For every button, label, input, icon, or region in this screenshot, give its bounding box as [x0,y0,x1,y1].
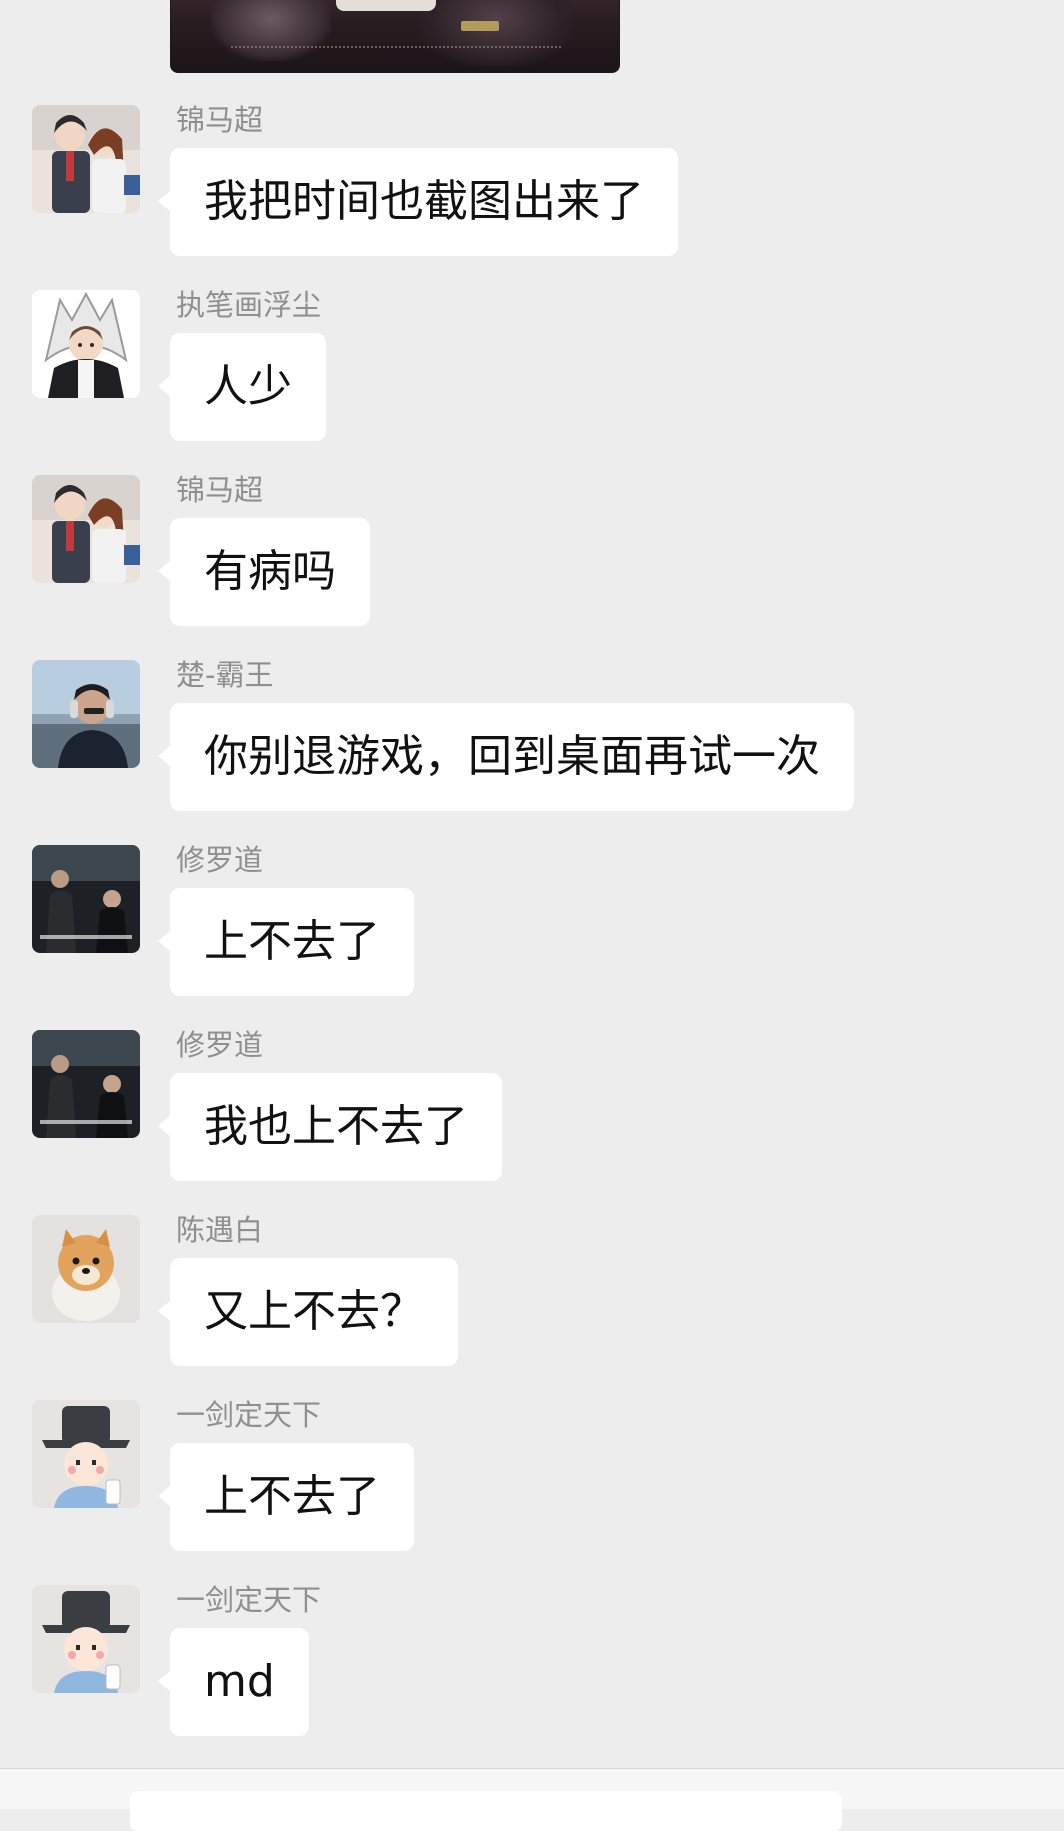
pomeranian-dog-avatar[interactable] [32,1215,140,1323]
anime-couple-avatar[interactable] [32,475,140,583]
chat-message-list[interactable]: 锦马超 我把时间也截图出来了 执笔画浮尘 人少 锦马超 有病吗 楚-霸王 你别退… [0,0,1064,1768]
film-still-avatar[interactable] [32,1030,140,1138]
sender-name: 执笔画浮尘 [176,288,322,322]
message-row: 楚-霸王 你别退游戏，回到桌面再试一次 [0,658,1064,811]
anime-couple-avatar[interactable] [32,105,140,213]
message-row: 修罗道 上不去了 [0,843,1064,996]
sender-name: 修罗道 [176,1028,264,1062]
message-bubble[interactable]: 上不去了 [158,888,414,996]
message-row: 陈遇白 又上不去？ [0,1213,1064,1366]
sender-name: 修罗道 [176,843,264,877]
image-highlight [336,0,436,11]
sender-name: 楚-霸王 [176,658,274,692]
message-bubble[interactable]: 上不去了 [158,1443,414,1551]
message-row: 一剑定天下 md [0,1583,1064,1736]
message-bubble[interactable]: 又上不去？ [158,1258,458,1366]
cartoon-hat-man-avatar[interactable] [32,1400,140,1508]
sender-name: 一剑定天下 [176,1583,322,1617]
message-row: 修罗道 我也上不去了 [0,1028,1064,1181]
message-bubble[interactable]: md [158,1628,309,1736]
message-bubble[interactable]: 有病吗 [158,518,370,626]
sender-name: 锦马超 [176,473,264,507]
message-row: 一剑定天下 上不去了 [0,1398,1064,1551]
image-badge [461,21,499,31]
chat-input-bar [0,1768,1064,1831]
image-message[interactable] [170,0,620,73]
message-bubble[interactable]: 人少 [158,333,326,441]
white-wolf-hood-avatar[interactable] [32,290,140,398]
image-caption-line [231,46,561,62]
message-bubble[interactable]: 你别退游戏，回到桌面再试一次 [158,703,854,811]
sender-name: 一剑定天下 [176,1398,322,1432]
sender-name: 陈遇白 [176,1213,264,1247]
film-still-avatar[interactable] [32,845,140,953]
message-row: 锦马超 我把时间也截图出来了 [0,103,1064,256]
sender-name: 锦马超 [176,103,264,137]
message-bubble[interactable]: 我把时间也截图出来了 [158,148,678,256]
headphones-man-avatar[interactable] [32,660,140,768]
cartoon-hat-man-avatar[interactable] [32,1585,140,1693]
message-row: 执笔画浮尘 人少 [0,288,1064,441]
message-row: 锦马超 有病吗 [0,473,1064,626]
message-bubble[interactable]: 我也上不去了 [158,1073,502,1181]
message-input[interactable] [130,1791,842,1831]
